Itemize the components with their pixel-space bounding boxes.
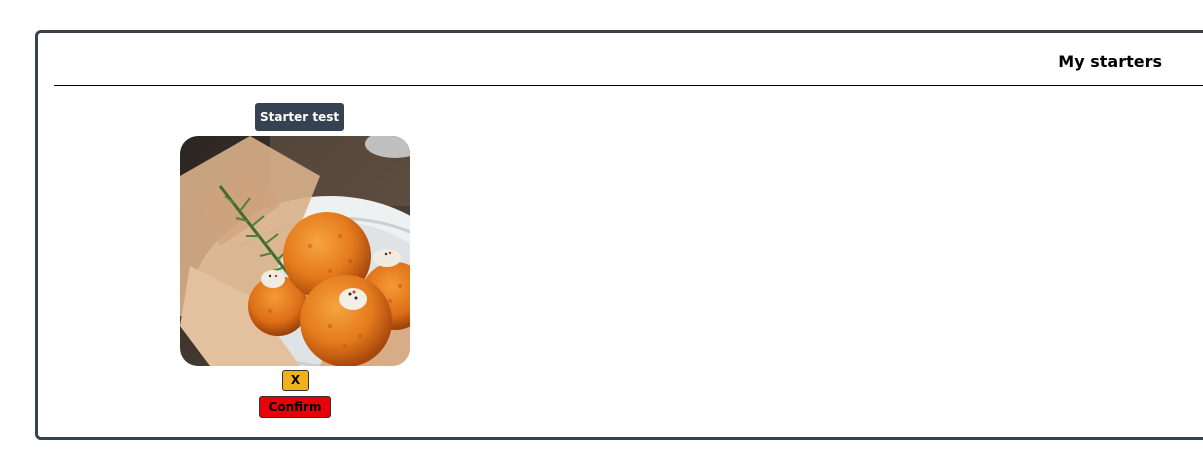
page-title: My starters xyxy=(1058,52,1162,71)
starter-name-badge[interactable]: Starter test xyxy=(255,103,345,131)
starter-photo xyxy=(180,136,410,366)
remove-button[interactable]: X xyxy=(282,370,309,391)
title-divider xyxy=(54,85,1203,86)
confirm-button[interactable]: Confirm xyxy=(259,396,331,418)
starters-panel: My starters Starter test X Confirm xyxy=(35,30,1203,440)
starter-card: Starter test X Confirm xyxy=(180,103,410,423)
